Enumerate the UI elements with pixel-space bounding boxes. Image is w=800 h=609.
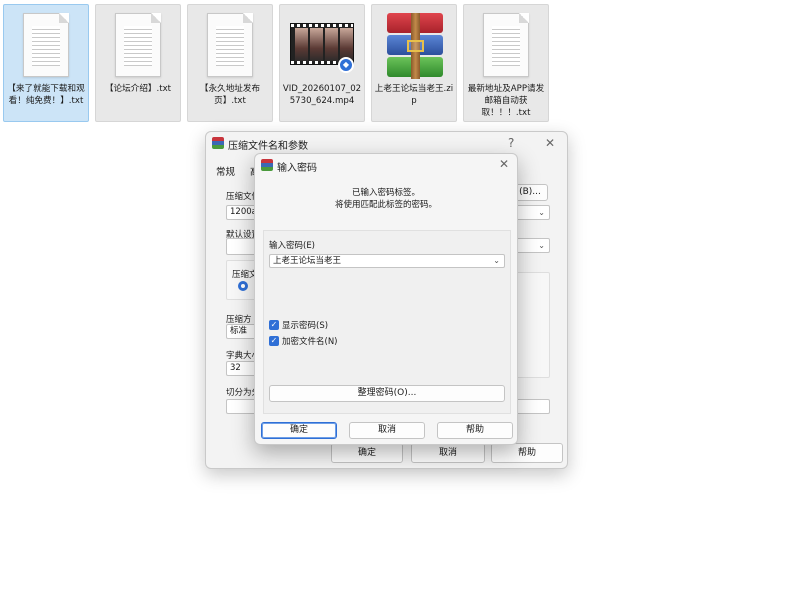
- password-label: 输入密码(E): [269, 241, 316, 251]
- password-help-button[interactable]: 帮助: [437, 422, 513, 439]
- password-info-line1: 已输入密码标签。: [351, 188, 420, 198]
- chevron-down-icon: ⌄: [538, 241, 545, 250]
- password-dialog-titlebar[interactable]: 输入密码 ✕: [255, 154, 517, 178]
- desktop-file[interactable]: 最新地址及APP请发邮箱自动获取！！！.txt: [463, 4, 549, 122]
- text-file-icon: [13, 11, 79, 81]
- archive-cancel-button[interactable]: 取消: [411, 443, 485, 463]
- password-ok-button[interactable]: 确定: [261, 422, 337, 439]
- desktop-file[interactable]: 【来了就能下载和观看！纯免费！】.txt: [3, 4, 89, 122]
- archive-file-icon: [381, 11, 447, 81]
- desktop-file[interactable]: 上老王论坛当老王.zip: [371, 4, 457, 122]
- encrypt-names-checkbox[interactable]: ✓: [269, 336, 279, 346]
- format-radio[interactable]: [238, 281, 248, 291]
- text-file-icon: [197, 11, 263, 81]
- close-icon[interactable]: ✕: [545, 136, 555, 150]
- file-name: 【来了就能下载和观看！纯免费！】.txt: [7, 84, 85, 106]
- archive-dialog-title: 压缩文件名和参数: [228, 141, 308, 152]
- archive-help-button[interactable]: 帮助: [491, 443, 563, 463]
- organize-passwords-button[interactable]: 整理密码(O)...: [269, 385, 505, 402]
- desktop: 【来了就能下载和观看！纯免费！】.txt 【论坛介绍】.txt 【永久地址发布页…: [0, 0, 800, 130]
- close-icon[interactable]: ✕: [499, 157, 509, 171]
- winrar-icon: [261, 159, 273, 171]
- tab-general[interactable]: 常规: [216, 164, 235, 178]
- file-name: 【永久地址发布页】.txt: [199, 84, 261, 106]
- password-input[interactable]: 上老王论坛当老王 ⌄: [269, 254, 505, 268]
- show-password-label[interactable]: 显示密码(S): [282, 319, 328, 331]
- sync-badge-icon: ◆: [338, 57, 354, 73]
- desktop-file[interactable]: 【论坛介绍】.txt: [95, 4, 181, 122]
- password-dialog-title: 输入密码: [277, 163, 317, 174]
- password-info-line2: 将使用匹配此标签的密码。: [334, 200, 437, 210]
- file-name: 最新地址及APP请发邮箱自动获取！！！.txt: [467, 84, 545, 118]
- desktop-file[interactable]: 【永久地址发布页】.txt: [187, 4, 273, 122]
- show-password-checkbox[interactable]: ✓: [269, 320, 279, 330]
- video-file-icon: ◆: [289, 11, 355, 81]
- encrypt-names-label[interactable]: 加密文件名(N): [282, 335, 338, 347]
- chevron-down-icon: ⌄: [538, 208, 545, 217]
- password-value: 上老王论坛当老王: [273, 256, 342, 266]
- file-name: 上老王论坛当老王.zip: [374, 84, 454, 106]
- text-file-icon: [473, 11, 539, 81]
- help-icon[interactable]: ?: [508, 136, 514, 150]
- winrar-icon: [212, 137, 224, 149]
- password-dialog: 输入密码 ✕ 已输入密码标签。 将使用匹配此标签的密码。 输入密码(E) 上老王…: [254, 153, 518, 445]
- file-name: VID_20260107_025730_624.mp4: [282, 84, 362, 106]
- archive-ok-button[interactable]: 确定: [331, 443, 403, 463]
- file-name: 【论坛介绍】.txt: [104, 84, 172, 94]
- chevron-down-icon[interactable]: ⌄: [493, 255, 500, 267]
- text-file-icon: [105, 11, 171, 81]
- desktop-file[interactable]: ◆ VID_20260107_025730_624.mp4: [279, 4, 365, 122]
- password-cancel-button[interactable]: 取消: [349, 422, 425, 439]
